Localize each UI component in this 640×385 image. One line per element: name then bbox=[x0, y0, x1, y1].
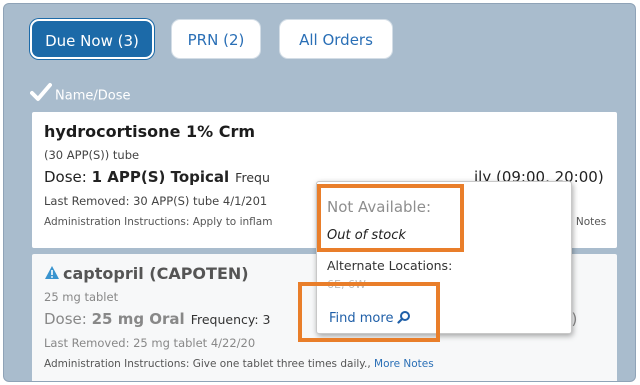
med-name: captopril (CAPOTEN) bbox=[44, 264, 249, 284]
tab-due-now[interactable]: Due Now (3) bbox=[30, 19, 154, 59]
tab-all-orders[interactable]: All Orders bbox=[279, 19, 393, 59]
dose-prefix: Dose: bbox=[44, 310, 92, 328]
med-dose: Dose: 1 APP(S) Topical Frequ bbox=[44, 168, 270, 186]
checkmark-icon bbox=[30, 82, 52, 110]
admin-text: Administration Instructions: Give one ta… bbox=[44, 358, 375, 370]
dose-prefix: Dose: bbox=[44, 168, 92, 186]
highlight-box-find-more bbox=[298, 282, 440, 342]
last-removed: Last Removed: 25 mg tablet 4/22/20 bbox=[44, 336, 256, 350]
med-form: 25 mg tablet bbox=[44, 290, 119, 304]
admin-instructions: Administration Instructions: Apply to in… bbox=[44, 216, 273, 228]
med-name-text: captopril (CAPOTEN) bbox=[63, 264, 249, 283]
dose-frequency: Frequ bbox=[235, 170, 270, 185]
tab-prn[interactable]: PRN (2) bbox=[171, 19, 261, 59]
dose-value: 1 APP(S) Topical bbox=[91, 168, 230, 186]
med-form: (30 APP(S)) tube bbox=[44, 148, 140, 162]
last-removed: Last Removed: 30 APP(S) tube 4/1/201 bbox=[44, 194, 268, 208]
med-name: hydrocortisone 1% Crm bbox=[44, 122, 256, 141]
column-header-label: Name/Dose bbox=[55, 88, 131, 104]
dose-value: 25 mg Oral bbox=[91, 310, 185, 328]
highlight-box-not-available bbox=[317, 184, 464, 252]
admin-instructions: Administration Instructions: Give one ta… bbox=[44, 358, 434, 370]
more-notes-link[interactable]: More Notes bbox=[374, 358, 434, 370]
dose-frequency: Frequency: 3 bbox=[190, 312, 271, 327]
column-header-name-dose[interactable]: Name/Dose bbox=[30, 82, 130, 104]
warning-icon bbox=[44, 265, 60, 284]
med-dose: Dose: 25 mg Oral Frequency: 3 bbox=[44, 310, 271, 328]
medication-panel: Due Now (3) PRN (2) All Orders Name/Dose… bbox=[3, 3, 636, 382]
alternate-locations-label: Alternate Locations: bbox=[327, 258, 453, 273]
